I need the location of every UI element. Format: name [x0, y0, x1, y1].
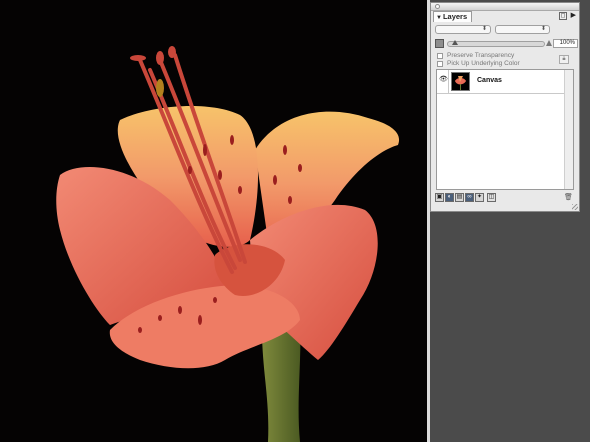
dynamic-plugin-icon[interactable]: ◫ — [487, 193, 496, 202]
layer-list: 👁︎ Canvas 🔒︎ — [436, 69, 574, 190]
lock-layer-icon[interactable]: 🔒︎ — [559, 55, 569, 64]
trash-icon[interactable]: 🗑︎ — [564, 193, 573, 202]
layer-list-scrollbar[interactable] — [564, 70, 573, 189]
effects-icon[interactable]: ✦ — [475, 193, 484, 202]
palette-tab-row: ▼Layers ◻ ▶ — [433, 11, 577, 22]
layer-row-divider — [448, 70, 449, 93]
preserve-transparency-label: Preserve Transparency — [447, 52, 515, 59]
opacity-slider-thumb[interactable] — [452, 40, 458, 45]
layer-thumbnail — [451, 72, 470, 91]
tab-layers-label: Layers — [442, 12, 468, 21]
link-icon[interactable]: ∞ — [465, 193, 474, 202]
composite-method-select[interactable]: ⬍ — [495, 25, 550, 34]
canvas-image[interactable] — [0, 0, 427, 442]
flower-thumbnail-image — [452, 73, 469, 90]
opacity-slider[interactable] — [447, 40, 545, 47]
opacity-field[interactable]: 100% — [553, 39, 578, 48]
opacity-triangle-icon[interactable] — [546, 40, 552, 46]
tab-layers[interactable]: ▼Layers — [433, 11, 473, 22]
palette-options-icon[interactable]: ◻ — [559, 12, 567, 20]
chevron-updown-icon: ⬍ — [540, 26, 546, 32]
layer-row-canvas[interactable]: 👁︎ Canvas 🔒︎ — [437, 70, 573, 94]
palette-titlebar[interactable] — [431, 3, 579, 11]
opacity-row: 100% — [435, 39, 578, 49]
layer-type-icon[interactable] — [435, 39, 444, 48]
pick-up-underlying-checkbox[interactable] — [437, 61, 443, 67]
collapse-triangle-icon[interactable]: ▼ — [436, 15, 442, 21]
layer-mask-icon[interactable]: ◐ — [445, 193, 454, 202]
layers-panel: ▼Layers ◻ ▶ ⬍ ⬍ 100% Preserve Transparen… — [430, 2, 580, 212]
flower-photo — [0, 0, 427, 442]
preserve-transparency-checkbox[interactable] — [437, 53, 443, 59]
eye-icon[interactable]: 👁︎ — [439, 76, 448, 83]
group-icon[interactable]: ▤ — [455, 193, 464, 202]
chevron-updown-icon: ⬍ — [481, 26, 487, 32]
blend-mode-select[interactable]: ⬍ — [435, 25, 491, 34]
new-layer-icon[interactable]: ▣ — [435, 193, 444, 202]
layer-name[interactable]: Canvas — [477, 77, 502, 84]
palette-bottom-bar: ▣ ◐ ▤ ∞ ✦ ◫ 🗑︎ — [435, 193, 575, 204]
palette-menu-arrow-icon[interactable]: ▶ — [571, 11, 576, 21]
close-icon[interactable] — [435, 4, 440, 9]
pick-up-underlying-label: Pick Up Underlying Color — [447, 60, 520, 67]
resize-grip[interactable] — [572, 204, 578, 210]
